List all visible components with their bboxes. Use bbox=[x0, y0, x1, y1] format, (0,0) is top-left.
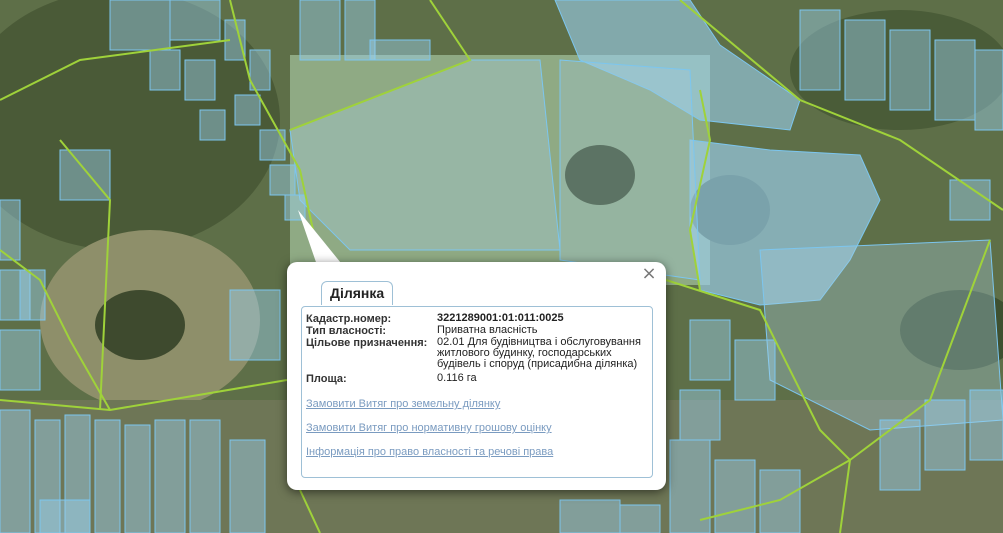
info-panel: Кадастр.номер: 3221289001:01:011:0025 Ти… bbox=[301, 306, 653, 478]
ownership-type-value: Приватна власність bbox=[437, 324, 538, 336]
area-value: 0.116 га bbox=[437, 372, 477, 384]
parcel-polygon[interactable] bbox=[559, 59, 701, 281]
tab-parcel[interactable]: Ділянка bbox=[321, 281, 394, 305]
cadastral-number-label: Кадастр.номер: bbox=[306, 313, 392, 325]
area-label: Площа: bbox=[306, 373, 347, 385]
ownership-type-label: Тип власності: bbox=[306, 325, 387, 337]
purpose-label: Цільове призначення: bbox=[306, 337, 428, 349]
close-icon[interactable]: × bbox=[641, 265, 657, 283]
cadastral-number-value: 3221289001:01:011:0025 bbox=[437, 312, 564, 324]
order-parcel-extract-link[interactable]: Замовити Витяг про земельну ділянку bbox=[306, 398, 500, 410]
parcel-info-popup: × Ділянка Кадастр.номер: 3221289001:01:0… bbox=[287, 262, 666, 490]
purpose-value: 02.01 Для будівництва і обслуговування ж… bbox=[437, 336, 641, 370]
dark-vegetation bbox=[95, 290, 185, 360]
order-valuation-extract-link[interactable]: Замовити Витяг про нормативну грошову оц… bbox=[306, 422, 552, 434]
ownership-info-link[interactable]: Інформація про право власності та речові… bbox=[306, 446, 553, 458]
